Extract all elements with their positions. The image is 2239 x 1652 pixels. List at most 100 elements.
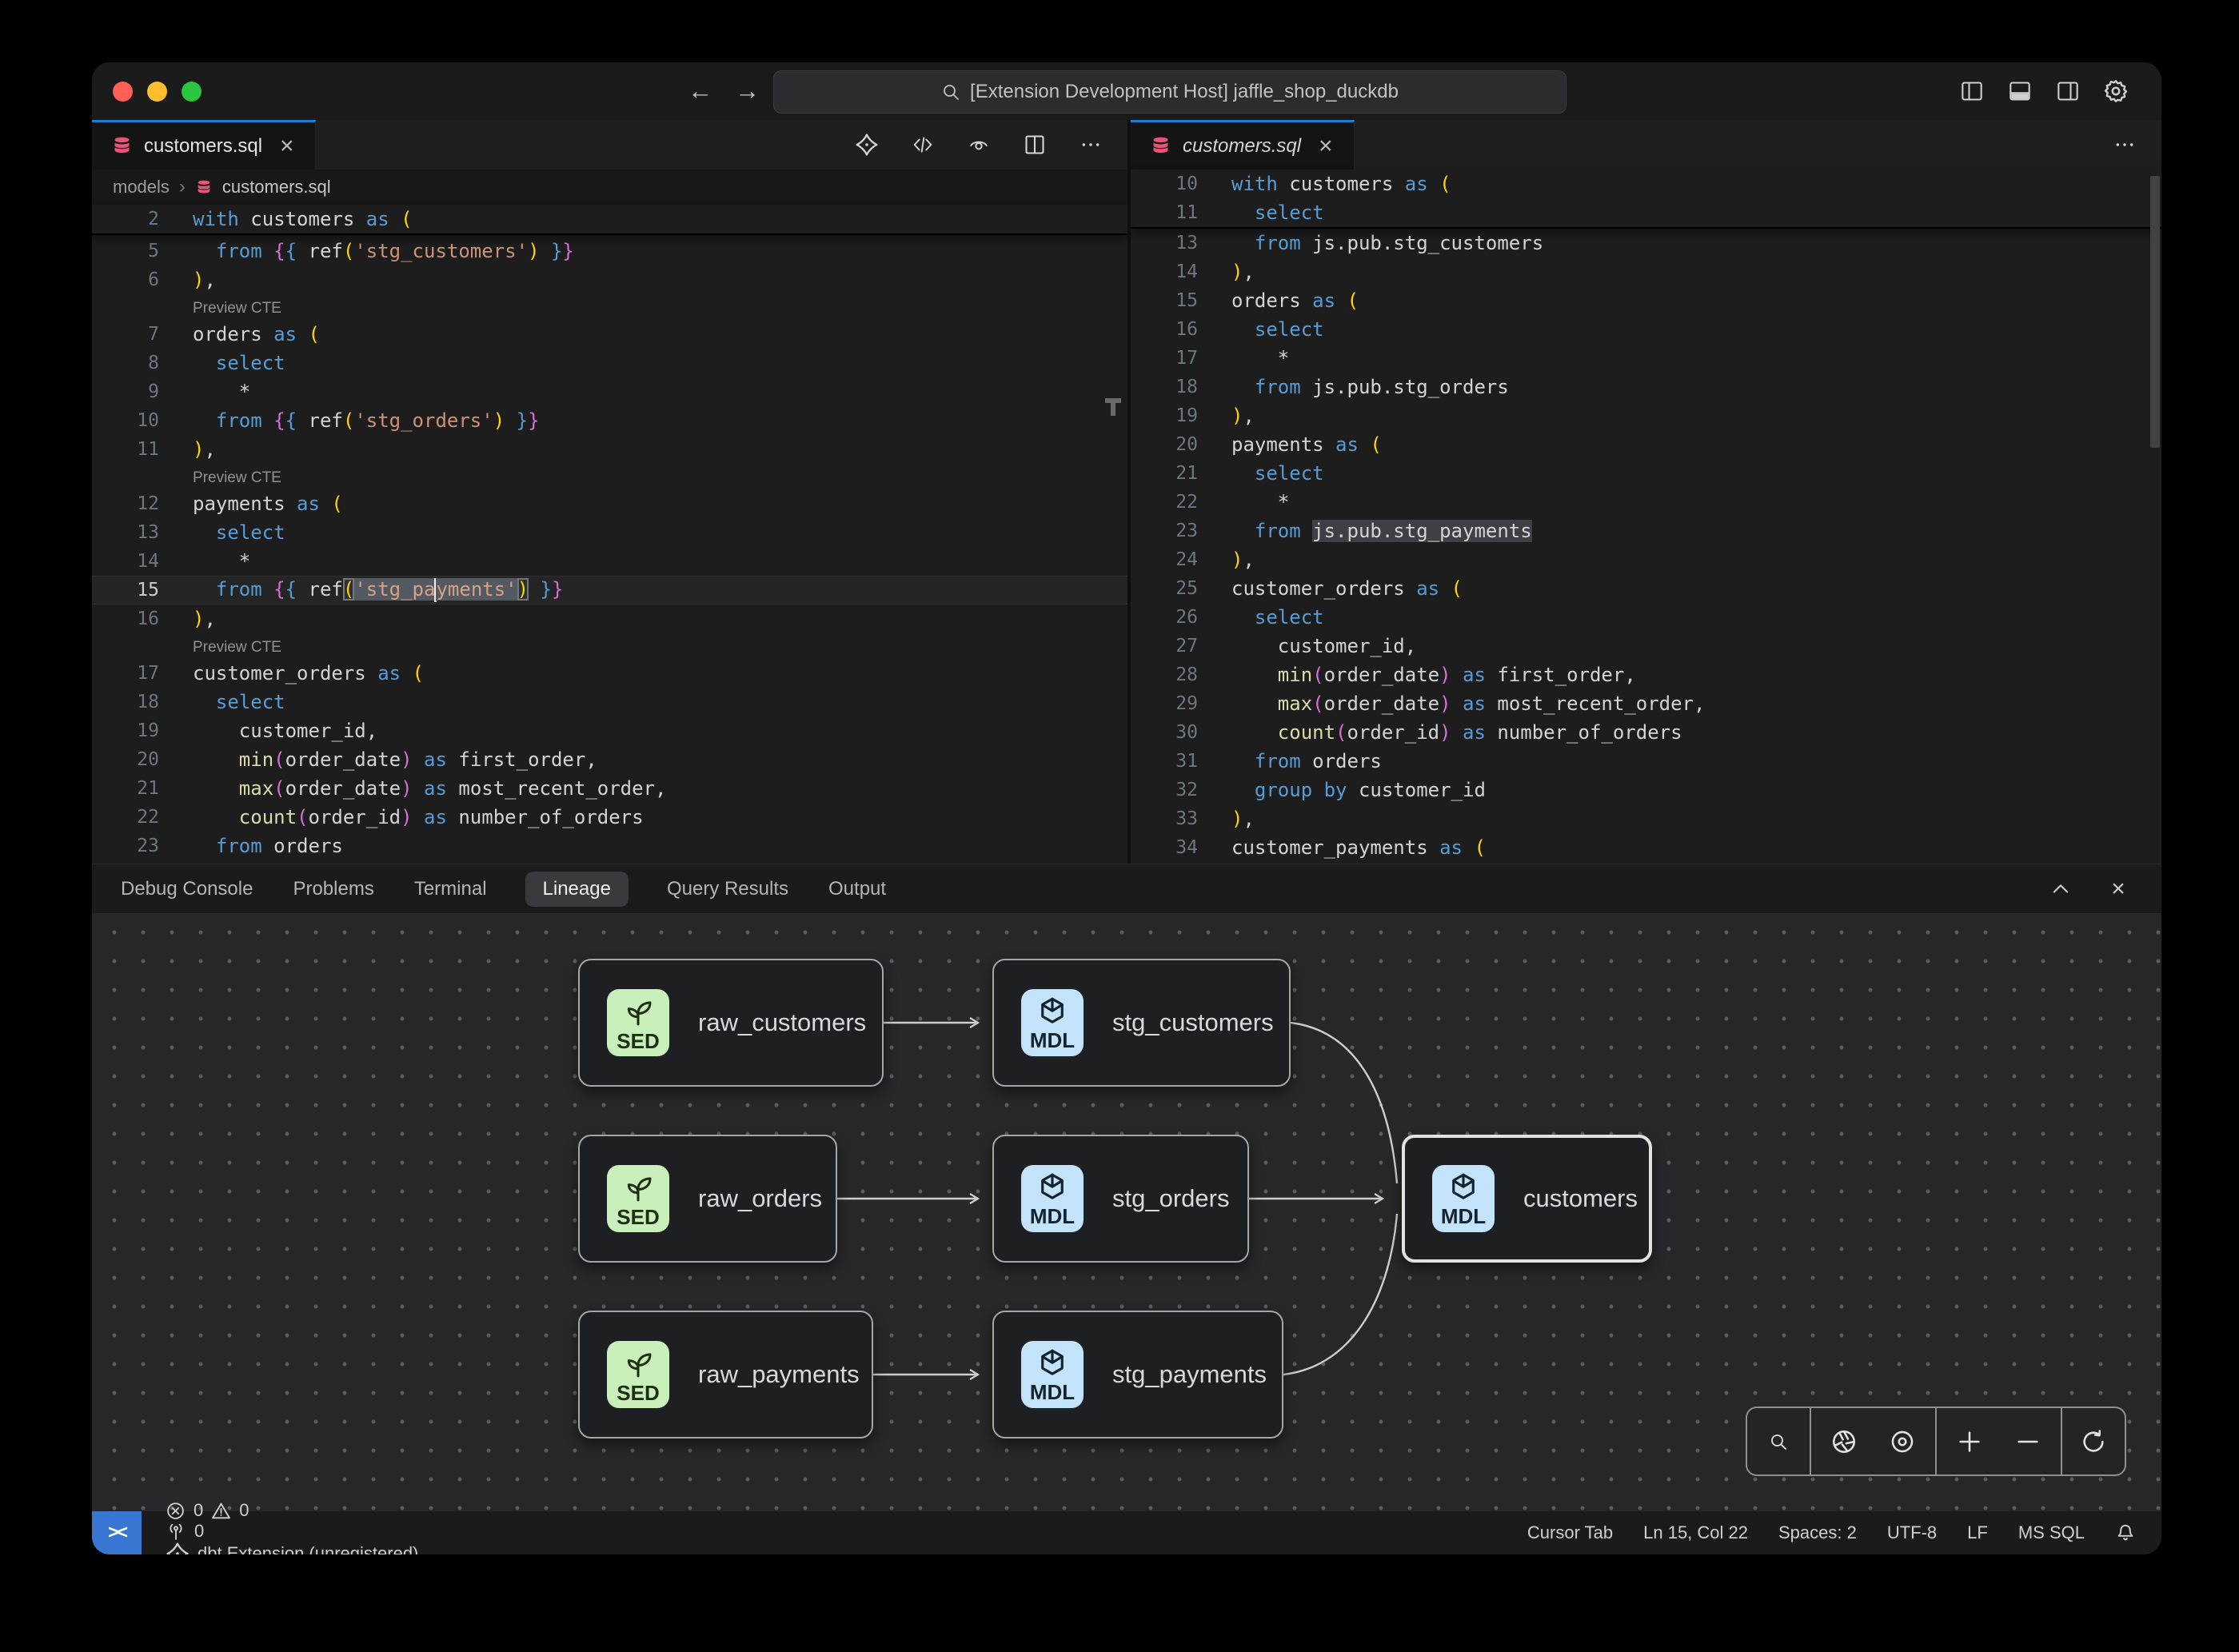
zoom-out-icon[interactable]: [2002, 1410, 2053, 1473]
codelens-preview-cte[interactable]: Preview CTE: [193, 469, 281, 489]
status-item[interactable]: dbt Extension (unregistered): [166, 1542, 418, 1554]
history-nav: ← →: [688, 62, 760, 120]
code-line: 16),: [92, 605, 1127, 633]
code-line: 22 count(order_id) as number_of_orders: [92, 803, 1127, 832]
code-editor[interactable]: 13 from js.pub.stg_customers14),15orders…: [1131, 229, 2161, 862]
close-window-button[interactable]: [113, 82, 133, 102]
lineage-canvas[interactable]: SEDraw_customers MDLstg_customers SEDraw_o…: [92, 913, 2161, 1512]
cube-icon: [1036, 1347, 1069, 1380]
close-icon[interactable]: ×: [2105, 876, 2131, 902]
zoom-window-button[interactable]: [182, 82, 202, 102]
codelens-preview-cte[interactable]: Preview CTE: [193, 639, 281, 659]
status-item-ms-sql[interactable]: MS SQL: [2018, 1522, 2085, 1543]
panel-tab-query-results[interactable]: Query Results: [665, 872, 790, 907]
more-ellipsis[interactable]: [2110, 130, 2139, 159]
chevron-up-icon[interactable]: [2048, 876, 2073, 902]
code-line: 19 customer_id,: [92, 716, 1127, 745]
line-number: 21: [92, 778, 159, 799]
editor-area: customers.sql × models › customers.sql 2…: [92, 120, 2161, 864]
preview-eye[interactable]: [964, 130, 993, 159]
line-number: 11: [1131, 202, 1198, 223]
close-icon[interactable]: ×: [280, 134, 294, 158]
minimize-window-button[interactable]: [147, 82, 167, 102]
settings-gear[interactable]: [2102, 79, 2129, 103]
code-line: 21 max(order_date) as most_recent_order,: [92, 774, 1127, 803]
code-line: 21 select: [1131, 459, 2161, 488]
lineage-node-raw_payments[interactable]: SEDraw_payments: [578, 1311, 873, 1439]
command-center-search[interactable]: [Extension Development Host] jaffle_shop…: [773, 70, 1567, 114]
search-text: [Extension Development Host] jaffle_shop…: [970, 81, 1399, 103]
close-icon[interactable]: ×: [1319, 134, 1333, 158]
seed-icon: [622, 994, 654, 1029]
node-title: stg_orders: [1112, 1184, 1229, 1213]
lineage-node-raw_customers[interactable]: SEDraw_customers: [578, 959, 884, 1087]
code-line: 20payments as (: [1131, 430, 2161, 459]
status-text: 0: [194, 1521, 204, 1542]
status-item[interactable]: 0: [166, 1521, 418, 1542]
code-line: 25customer_orders as (: [1131, 574, 2161, 603]
status-item-utf-8[interactable]: UTF-8: [1887, 1522, 1937, 1543]
bottom-panel: Debug Console Problems Terminal Lineage Quer…: [92, 864, 2161, 1511]
scrollbar-thumb[interactable]: [2150, 176, 2160, 448]
forward-icon[interactable]: →: [735, 77, 760, 106]
target-icon[interactable]: [1877, 1410, 1928, 1473]
zoom-in-icon[interactable]: [1944, 1410, 1995, 1473]
status-item-lf[interactable]: LF: [1967, 1522, 1988, 1543]
status-item[interactable]: 00: [166, 1500, 418, 1521]
bell-icon[interactable]: [2115, 1522, 2136, 1543]
panel-tab-problems[interactable]: Problems: [291, 872, 375, 907]
dbt-logo[interactable]: [852, 130, 881, 159]
seed-badge: SED: [607, 989, 669, 1056]
refresh-icon[interactable]: [2068, 1410, 2119, 1473]
node-title: customers: [1523, 1184, 1638, 1213]
badge-label: MDL: [1441, 1206, 1486, 1227]
status-bar: >< 000dbt Extension (unregistered) Curso…: [92, 1511, 2161, 1554]
code-tags[interactable]: [908, 130, 937, 159]
panel-tab-bar: Debug Console Problems Terminal Lineage Quer…: [92, 864, 2161, 913]
layout-sidebar-right[interactable]: [2054, 79, 2081, 103]
lineage-node-customers[interactable]: MDL customers: [1402, 1135, 1652, 1263]
line-number: 30: [1131, 722, 1198, 743]
badge-label: SED: [617, 1383, 659, 1403]
split-editor[interactable]: [1020, 130, 1049, 159]
lineage-node-stg_customers[interactable]: MDLstg_customers: [992, 959, 1291, 1087]
lineage-node-stg_orders[interactable]: MDL stg_orders: [992, 1135, 1249, 1263]
line-number: 21: [1131, 463, 1198, 484]
breadcrumb-folder[interactable]: models: [113, 177, 170, 198]
panel-tab-output[interactable]: Output: [827, 872, 888, 907]
lineage-node-raw_orders[interactable]: SEDraw_orders: [578, 1135, 837, 1263]
aperture-icon[interactable]: [1818, 1410, 1870, 1473]
code-editor[interactable]: 5 from {{ ref('stg_customers') }}6), Prev…: [92, 237, 1127, 860]
model-badge: MDL: [1432, 1165, 1495, 1232]
breadcrumb: models › customers.sql: [92, 170, 1127, 205]
status-item-spaces-2[interactable]: Spaces: 2: [1778, 1522, 1857, 1543]
status-text: 0: [239, 1500, 249, 1521]
tab-customers-sql[interactable]: customers.sql ×: [92, 120, 316, 170]
lineage-node-stg_payments[interactable]: MDLstg_payments: [992, 1311, 1283, 1439]
code-line: 29 max(order_date) as most_recent_order,: [1131, 689, 2161, 718]
panel-tab-terminal[interactable]: Terminal: [413, 872, 489, 907]
tab-customers-sql-preview[interactable]: customers.sql ×: [1131, 120, 1355, 170]
layout-panel[interactable]: [2006, 79, 2033, 103]
code-line: 14),: [1131, 257, 2161, 286]
layout-sidebar-left[interactable]: [1958, 79, 1986, 103]
remote-indicator[interactable]: ><: [92, 1511, 142, 1554]
panel-tab-debug-console[interactable]: Debug Console: [119, 872, 254, 907]
line-number: 23: [1131, 521, 1198, 541]
code-line: 22 *: [1131, 488, 2161, 517]
more-ellipsis[interactable]: [1076, 130, 1105, 159]
status-item-cursor-tab[interactable]: Cursor Tab: [1527, 1522, 1613, 1543]
search-icon[interactable]: [1753, 1410, 1804, 1473]
code-line: 16 select: [1131, 315, 2161, 344]
back-icon[interactable]: ←: [688, 77, 712, 106]
codelens-preview-cte[interactable]: Preview CTE: [193, 300, 281, 320]
badge-label: MDL: [1030, 1206, 1075, 1227]
panel-tab-lineage[interactable]: Lineage: [525, 872, 629, 907]
cube-icon: [1447, 1171, 1480, 1204]
code-line: 5 from {{ ref('stg_customers') }}: [92, 237, 1127, 265]
code-line: 6),: [92, 265, 1127, 294]
line-number: 14: [92, 551, 159, 572]
line-number: 22: [92, 807, 159, 828]
status-item-ln-15-col-22[interactable]: Ln 15, Col 22: [1643, 1522, 1748, 1543]
breadcrumb-file[interactable]: customers.sql: [222, 177, 331, 198]
